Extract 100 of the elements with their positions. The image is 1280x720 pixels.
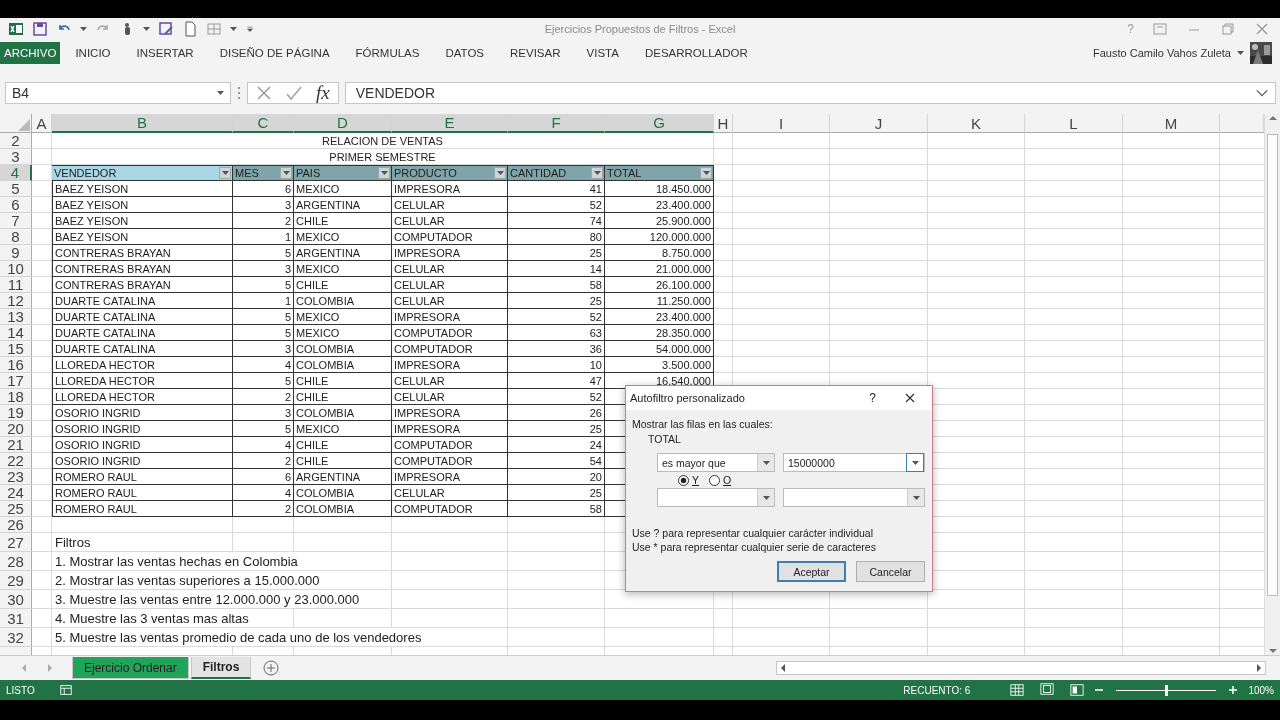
ribbon-tab[interactable]: INICIO	[62, 42, 124, 64]
ribbon-tab[interactable]: VISTA	[573, 42, 632, 64]
column-header[interactable]: M	[1123, 114, 1220, 133]
column-header[interactable]: B	[52, 114, 233, 133]
help-button[interactable]: ?	[869, 391, 876, 405]
scroll-up-icon[interactable]	[1267, 114, 1278, 122]
row-header[interactable]: 20	[0, 421, 32, 437]
row-header[interactable]: 4	[0, 165, 32, 181]
macro-record-icon[interactable]	[58, 683, 73, 697]
filter-dropdown-button[interactable]	[219, 167, 231, 179]
customize-caret-icon[interactable]	[245, 24, 255, 34]
ribbon-tab[interactable]: INSERTAR	[123, 42, 207, 64]
row-header[interactable]: 29	[0, 571, 32, 590]
ribbon-tab[interactable]: DISEÑO DE PÁGINA	[206, 42, 343, 64]
row-header[interactable]: 9	[0, 245, 32, 261]
spreadsheet-logo-icon[interactable]	[8, 21, 24, 37]
radio-button[interactable]: O	[709, 474, 732, 486]
page-break-icon[interactable]	[1070, 683, 1085, 697]
row-header[interactable]: 15	[0, 341, 32, 357]
row-header[interactable]: 25	[0, 501, 32, 517]
row-header[interactable]: 18	[0, 389, 32, 405]
new-document-icon[interactable]	[182, 21, 198, 37]
row-header[interactable]: 27	[0, 533, 32, 552]
horizontal-scrollbar[interactable]	[776, 661, 1266, 675]
formula-field[interactable]: VENDEDOR	[344, 82, 1276, 104]
column-header[interactable]: A	[32, 114, 52, 133]
row-header[interactable]: 8	[0, 229, 32, 245]
row-header[interactable]: 11	[0, 277, 32, 293]
column-header[interactable]: L	[1025, 114, 1123, 133]
ribbon-tab[interactable]: DESARROLLADOR	[631, 42, 761, 64]
filter-dropdown-button[interactable]	[280, 167, 292, 179]
cancel-icon[interactable]	[256, 85, 272, 101]
scroll-left-icon[interactable]	[779, 663, 787, 673]
column-header[interactable]: D	[294, 114, 392, 133]
row-header[interactable]: 31	[0, 609, 32, 628]
row-header[interactable]: 6	[0, 197, 32, 213]
ribbon-tab[interactable]: DATOS	[432, 42, 498, 64]
operator-combo[interactable]: es mayor que	[657, 453, 775, 472]
row-header[interactable]: 7	[0, 213, 32, 229]
row-header[interactable]: 14	[0, 325, 32, 341]
filter-dropdown-button[interactable]	[700, 167, 712, 179]
column-header[interactable]: K	[928, 114, 1025, 133]
column-header[interactable]: C	[233, 114, 294, 133]
dialog-button[interactable]: Cancelar	[856, 561, 925, 582]
row-header[interactable]: 21	[0, 437, 32, 453]
row-header[interactable]: 22	[0, 453, 32, 469]
row-header[interactable]: 19	[0, 405, 32, 421]
row-header[interactable]: 32	[0, 628, 32, 647]
sheet-tab[interactable]: Ejercicio Ordenar	[72, 657, 189, 679]
normal-view-icon[interactable]	[1010, 683, 1025, 697]
row-header[interactable]: 26	[0, 517, 32, 533]
zoom-level[interactable]: 100%	[1248, 684, 1274, 696]
row-header[interactable]: 23	[0, 469, 32, 485]
ribbon-tab[interactable]: REVISAR	[497, 42, 574, 64]
row-header[interactable]: 13	[0, 309, 32, 325]
save-icon[interactable]	[32, 21, 48, 37]
save-edit-icon[interactable]	[158, 21, 174, 37]
filter-dropdown-button[interactable]	[494, 167, 506, 179]
row-header[interactable]: 16	[0, 357, 32, 373]
column-header[interactable]: E	[392, 114, 508, 133]
row-header[interactable]: 12	[0, 293, 32, 309]
value-combo[interactable]: 15000000	[783, 453, 925, 472]
row-header[interactable]: 24	[0, 485, 32, 501]
scroll-right-icon[interactable]	[1255, 663, 1263, 673]
column-header[interactable]: J	[830, 114, 928, 133]
row-header[interactable]: 10	[0, 261, 32, 277]
column-header[interactable]: H	[714, 114, 733, 133]
column-header[interactable]: I	[733, 114, 830, 133]
sheet-tab[interactable]: Filtros	[190, 657, 252, 679]
slider-thumb[interactable]	[1165, 684, 1169, 696]
user-name[interactable]: Fausto Camilo Vahos Zuleta	[1093, 47, 1231, 59]
add-sheet-icon[interactable]	[263, 660, 280, 676]
filter-dropdown-button[interactable]	[591, 167, 603, 179]
file-tab[interactable]: ARCHIVO	[0, 42, 61, 64]
zoom-in-icon[interactable]	[1228, 685, 1239, 695]
check-icon[interactable]	[286, 85, 302, 101]
row-header[interactable]: 17	[0, 373, 32, 389]
row-header[interactable]: 3	[0, 149, 32, 165]
row-header[interactable]: 5	[0, 181, 32, 197]
row-header[interactable]: 2	[0, 133, 32, 149]
insert-function-button[interactable]: fx	[316, 82, 330, 104]
page-layout-icon[interactable]	[1040, 682, 1055, 696]
dialog-button[interactable]: Aceptar	[777, 561, 846, 582]
table-header-cell[interactable]: TOTAL	[605, 165, 714, 181]
ribbon-tab[interactable]: FÓRMULAS	[342, 42, 433, 64]
table-header-cell[interactable]: MES	[233, 165, 294, 181]
table-header-cell[interactable]: PRODUCTO	[392, 165, 508, 181]
table-header-cell[interactable]: CANTIDAD	[508, 165, 605, 181]
name-box[interactable]: B4	[5, 82, 231, 104]
more-options-icon[interactable]	[237, 85, 241, 101]
row-header[interactable]: 30	[0, 590, 32, 609]
table-cell: 3	[233, 405, 294, 421]
scrollbar-thumb[interactable]	[1267, 134, 1278, 596]
column-header[interactable]: F	[508, 114, 605, 133]
table-header-cell[interactable]: VENDEDOR	[52, 165, 233, 181]
close-icon[interactable]	[904, 392, 916, 404]
filter-dropdown-button[interactable]	[378, 167, 390, 179]
row-header[interactable]: 28	[0, 552, 32, 571]
table-header-cell[interactable]: PAIS	[294, 165, 392, 181]
column-header[interactable]: G	[605, 114, 714, 133]
